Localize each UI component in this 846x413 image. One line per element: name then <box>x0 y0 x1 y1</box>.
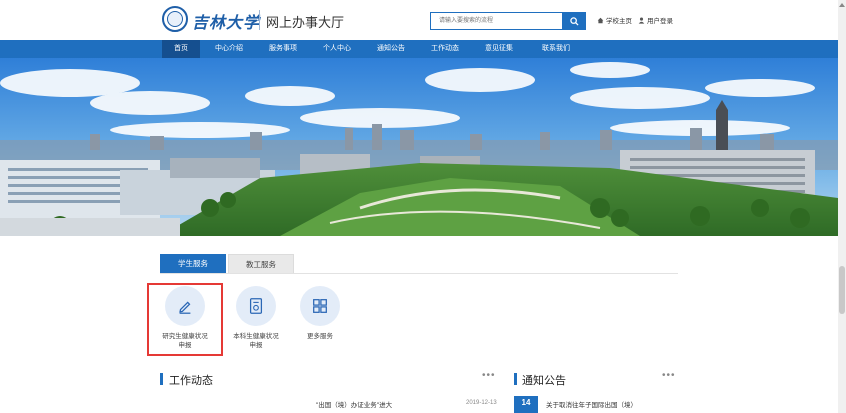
university-logo-text[interactable]: 吉林大学 <box>192 9 260 33</box>
search-icon <box>569 16 579 26</box>
nav-item-work-news[interactable]: 工作动态 <box>422 40 468 58</box>
service-label-line: 更多服务 <box>307 333 333 340</box>
service-label: 研究生健康状况 申报 <box>149 332 221 350</box>
service-icon-circle <box>165 286 205 326</box>
service-label: 更多服务 <box>284 332 356 341</box>
work-news-more-button[interactable]: ••• <box>482 370 496 381</box>
main-nav: 首页 中心介绍 服务事项 个人中心 通知公告 工作动态 意见征集 联系我们 <box>0 40 838 58</box>
tab-student-services[interactable]: 学生服务 <box>160 254 226 274</box>
service-label-line: 申报 <box>249 342 263 349</box>
nav-item-contact[interactable]: 联系我们 <box>532 40 580 58</box>
work-news-item-title[interactable]: "出国（境）办证业务"进大 <box>316 399 392 409</box>
page-scrollbar[interactable] <box>838 0 846 413</box>
search-input[interactable] <box>430 12 562 30</box>
notice-item-title[interactable]: 关于取消往年子国际出国（境） <box>546 399 637 409</box>
service-more-services[interactable]: 更多服务 <box>284 286 356 341</box>
work-news-title: 工作动态 <box>169 375 213 387</box>
work-news-item-date: 2019-12-13 <box>466 400 497 406</box>
service-undergrad-health-report[interactable]: 本科生健康状况 申报 <box>220 286 292 350</box>
scroll-up-arrow-icon[interactable] <box>838 2 846 8</box>
grid-icon <box>313 299 327 313</box>
service-label-line: 研究生健康状况 <box>162 333 208 340</box>
notices-title: 通知公告 <box>522 375 566 387</box>
site-title: 网上办事大厅 <box>266 15 345 30</box>
section-marker <box>514 373 517 385</box>
notices-more-button[interactable]: ••• <box>662 370 676 381</box>
search-button[interactable] <box>562 12 586 30</box>
tab-divider <box>160 273 678 274</box>
service-icon-circle <box>236 286 276 326</box>
nav-item-home[interactable]: 首页 <box>162 40 200 58</box>
section-marker <box>160 373 163 385</box>
service-label: 本科生健康状况 申报 <box>220 332 292 350</box>
nav-item-services[interactable]: 服务事项 <box>260 40 306 58</box>
notice-date-badge: 14 <box>514 396 538 413</box>
user-login-link[interactable]: 用户登录 <box>638 15 673 25</box>
service-graduate-health-report[interactable]: 研究生健康状况 申报 <box>149 286 221 350</box>
user-login-label: 用户登录 <box>647 18 673 25</box>
document-icon <box>249 298 263 314</box>
tab-staff-services[interactable]: 教工服务 <box>228 254 294 274</box>
university-seal-icon[interactable] <box>162 6 188 32</box>
nav-item-personal-center[interactable]: 个人中心 <box>314 40 360 58</box>
service-label-line: 申报 <box>178 342 192 349</box>
pencil-icon <box>179 301 191 314</box>
nav-item-feedback[interactable]: 意见征集 <box>476 40 522 58</box>
school-homepage-label: 学校主页 <box>606 18 632 25</box>
site-header: 吉林大学 网上办事大厅 学校主页 用户登录 <box>0 0 838 40</box>
logo-divider <box>259 10 260 30</box>
home-icon <box>597 17 604 23</box>
service-icon-circle <box>300 286 340 326</box>
scrollbar-thumb[interactable] <box>839 266 845 314</box>
campus-banner-image <box>0 58 838 236</box>
nav-item-center-intro[interactable]: 中心介绍 <box>206 40 252 58</box>
user-icon <box>638 17 645 24</box>
service-label-line: 本科生健康状况 <box>233 333 279 340</box>
school-homepage-link[interactable]: 学校主页 <box>597 15 632 25</box>
nav-item-notices[interactable]: 通知公告 <box>368 40 414 58</box>
